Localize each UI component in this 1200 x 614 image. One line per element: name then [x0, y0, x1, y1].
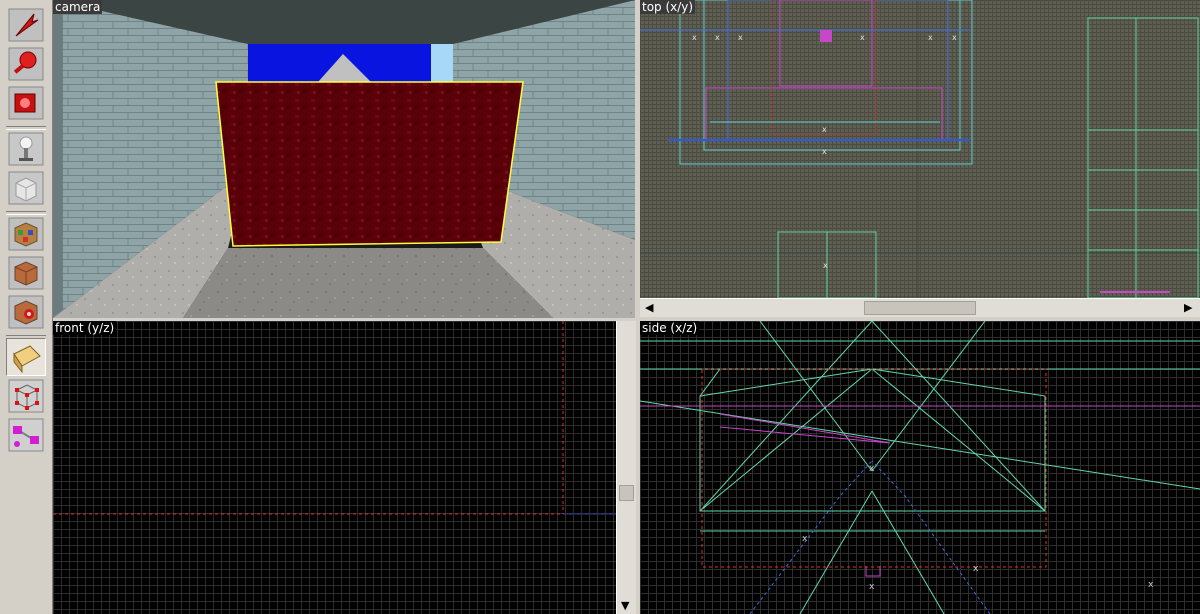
- scroll-right-icon[interactable]: ▶: [1184, 301, 1192, 314]
- svg-text:x: x: [869, 464, 875, 474]
- path-tool[interactable]: [6, 416, 46, 454]
- front-viewport-vertical-scrollbar[interactable]: ▼: [616, 321, 636, 614]
- viewport-label-front: front (y/z): [53, 321, 117, 335]
- viewport-label-side: side (x/z): [640, 321, 700, 335]
- side-view-canvas: x x x x x: [640, 321, 1200, 614]
- svg-text:x: x: [973, 564, 979, 574]
- viewport-label-top: top (x/y): [640, 0, 696, 14]
- tool-palette: [0, 0, 53, 614]
- svg-text:x: x: [1148, 580, 1154, 590]
- apply-current-texture-icon: [8, 256, 44, 290]
- clipping-tool[interactable]: [6, 338, 46, 376]
- entity-tool[interactable]: [6, 130, 46, 168]
- camera-3d-scene: [53, 0, 635, 318]
- selection-tool-icon: [8, 8, 44, 42]
- scrollbar-thumb[interactable]: [619, 485, 634, 501]
- magnify-tool[interactable]: [6, 45, 46, 83]
- magnify-tool-icon: [8, 47, 44, 81]
- block-tool[interactable]: [6, 169, 46, 207]
- camera-tool[interactable]: [6, 84, 46, 122]
- selection-tool[interactable]: [6, 6, 46, 44]
- svg-text:x: x: [802, 534, 808, 544]
- svg-text:x: x: [822, 147, 827, 156]
- clipping-tool-icon: [13, 345, 41, 374]
- svg-text:x: x: [738, 33, 743, 42]
- texture-application-tool[interactable]: [6, 215, 46, 253]
- front-view-canvas: [53, 321, 616, 614]
- scrollbar-thumb[interactable]: [864, 301, 976, 315]
- top-view-canvas: x x x x x x x x x: [640, 0, 1200, 298]
- top-viewport[interactable]: x x x x x x x x x top (x/y): [640, 0, 1200, 298]
- svg-text:x: x: [860, 33, 865, 42]
- vertex-manipulation-tool-icon: [8, 379, 44, 413]
- svg-text:x: x: [928, 33, 933, 42]
- svg-text:x: x: [823, 261, 828, 270]
- scroll-down-icon[interactable]: ▼: [621, 599, 629, 612]
- apply-decal-tool[interactable]: [6, 293, 46, 331]
- selected-brush-face[interactable]: [215, 81, 524, 247]
- path-tool-icon: [8, 418, 44, 452]
- camera-tool-icon: [8, 86, 44, 120]
- vertex-manipulation-tool[interactable]: [6, 377, 46, 415]
- viewport-label-camera: camera: [53, 0, 103, 14]
- scroll-left-icon[interactable]: ◀: [645, 301, 653, 314]
- svg-text:x: x: [952, 33, 957, 42]
- svg-text:x: x: [869, 582, 875, 592]
- svg-text:x: x: [692, 33, 697, 42]
- top-viewport-horizontal-scrollbar[interactable]: ◀ ▶: [640, 298, 1200, 317]
- front-viewport[interactable]: front (y/z): [53, 321, 616, 614]
- svg-text:x: x: [822, 125, 827, 134]
- apply-decal-icon: [8, 295, 44, 329]
- side-viewport[interactable]: x x x x x side (x/z): [640, 321, 1200, 614]
- svg-text:x: x: [715, 33, 720, 42]
- block-tool-icon: [8, 171, 44, 205]
- entity-tool-icon: [8, 132, 44, 166]
- apply-current-texture-tool[interactable]: [6, 254, 46, 292]
- camera-viewport[interactable]: camera: [53, 0, 638, 318]
- texture-application-tool-icon: [8, 217, 44, 251]
